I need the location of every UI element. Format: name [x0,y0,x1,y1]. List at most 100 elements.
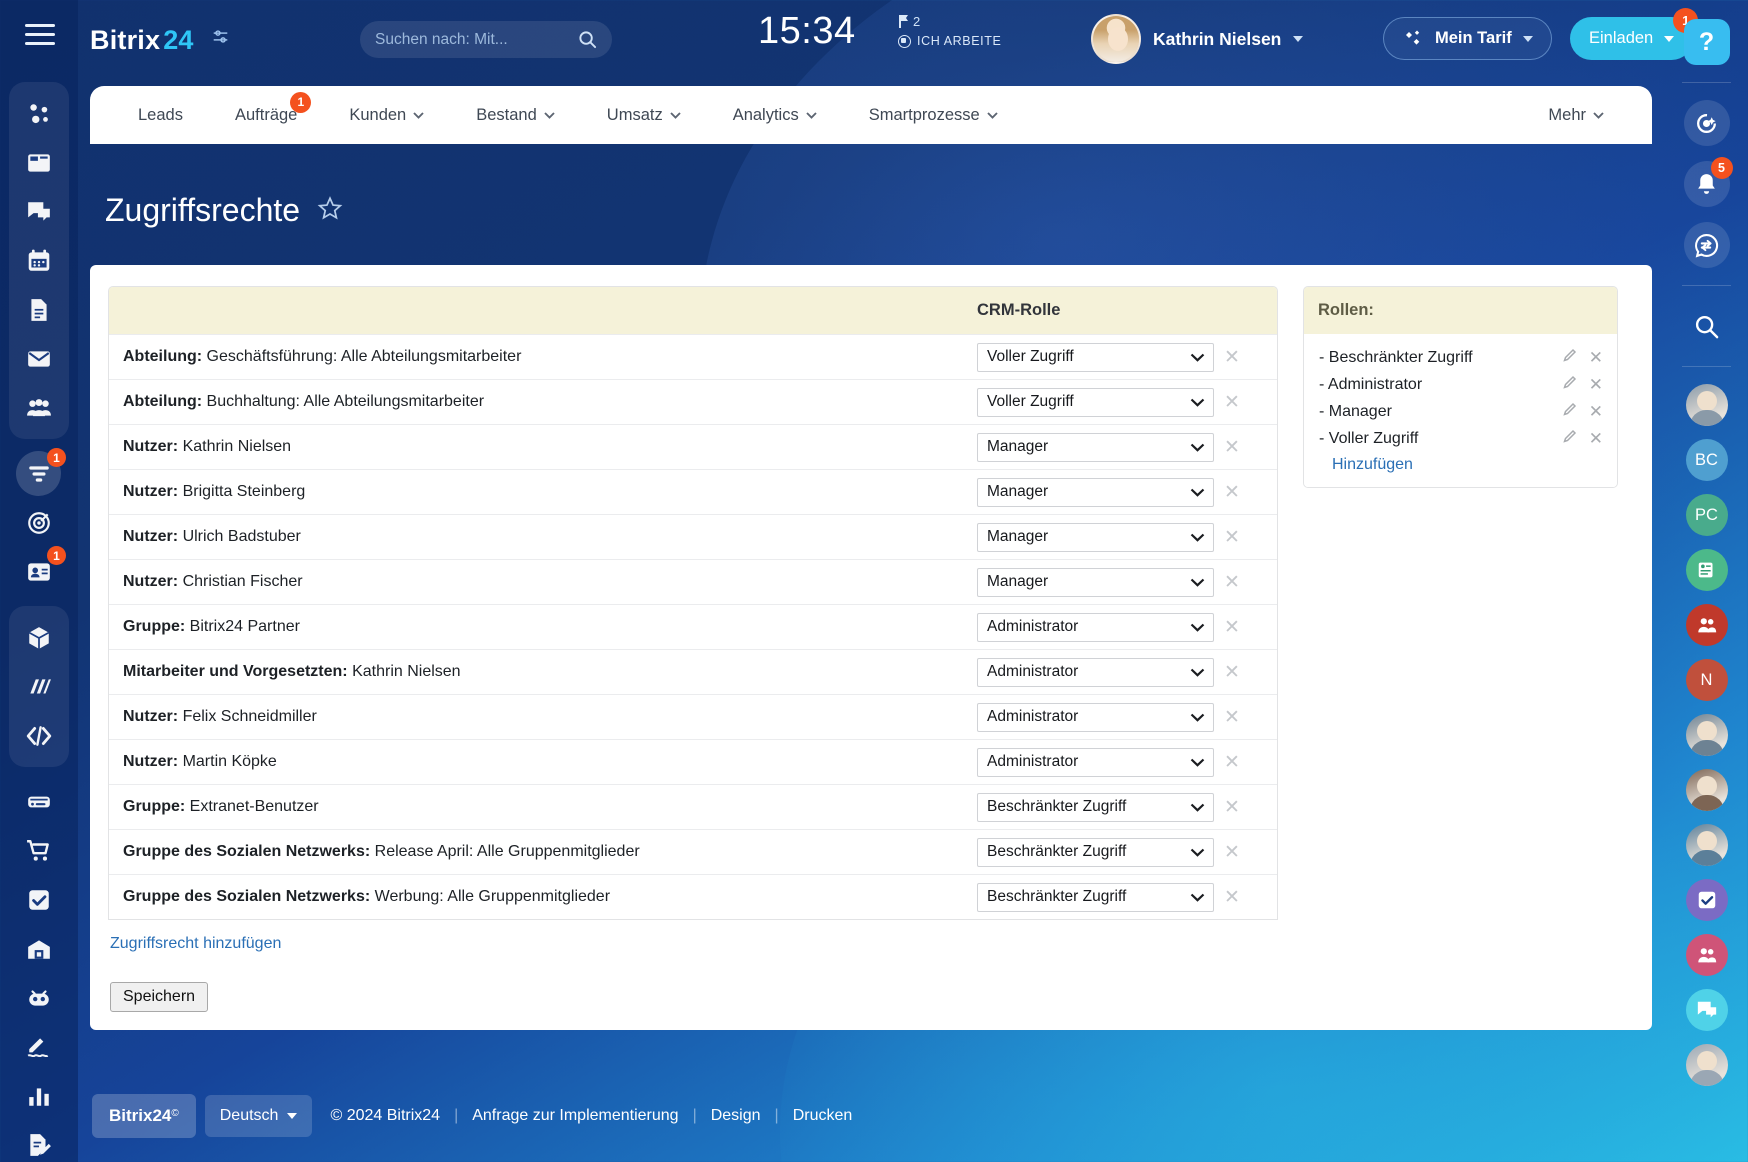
sidebar-item-box-product[interactable] [9,613,69,662]
user-menu[interactable]: Kathrin Nielsen [1091,14,1303,64]
question-mark-icon[interactable]: ? [1684,19,1730,65]
sidebar-item-network-feed[interactable] [9,89,69,138]
bitrix24-logo[interactable]: Bitrix24 [90,21,229,56]
search-icon[interactable] [1684,303,1730,349]
sidebar-item-sites[interactable] [9,662,69,711]
pencil-icon[interactable] [1563,429,1577,448]
pencil-icon[interactable] [1563,348,1577,367]
star-outline-icon[interactable] [317,195,343,226]
pulse-avatar-photo[interactable] [1686,769,1728,811]
remove-permission-button[interactable]: ✕ [1224,528,1240,547]
remove-permission-button[interactable]: ✕ [1224,618,1240,637]
sidebar-item-document-edit[interactable] [9,1120,69,1162]
close-icon[interactable]: ✕ [1589,403,1603,420]
pulse-chat-bubbles[interactable] [1686,989,1728,1031]
sidebar-item-drive-storage[interactable] [9,777,69,826]
pencil-icon[interactable] [1563,402,1577,421]
footer-brand[interactable]: Bitrix24© [92,1094,196,1138]
sidebar-item-contact-card[interactable]: 1 [9,547,69,596]
sidebar-item-shopping-cart[interactable] [9,826,69,875]
pulse-avatar-photo[interactable] [1686,714,1728,756]
pulse-task-checkbox[interactable] [1686,879,1728,921]
close-icon[interactable]: ✕ [1589,430,1603,447]
search-input[interactable] [375,31,578,49]
tab-analytics[interactable]: Analytics [707,106,843,125]
tab-leads[interactable]: Leads [112,106,209,125]
close-icon[interactable]: ✕ [1589,349,1603,366]
tab-auftr-ge[interactable]: Aufträge1 [209,106,323,125]
tarif-button[interactable]: Mein Tarif [1383,17,1552,60]
remove-permission-button[interactable]: ✕ [1224,843,1240,862]
remove-permission-button[interactable]: ✕ [1224,393,1240,412]
tab-umsatz[interactable]: Umsatz [581,106,707,125]
crm-role-select[interactable]: Manager [977,433,1214,462]
crm-role-select[interactable]: Administrator [977,703,1214,732]
search-bar[interactable] [360,21,612,58]
sidebar-item-warehouse[interactable] [9,924,69,973]
right-sidebar-copilot[interactable] [1684,100,1730,146]
add-role-link[interactable]: Hinzufügen [1304,456,1617,474]
sliders-icon[interactable] [212,21,229,52]
sidebar-item-group-people[interactable] [9,383,69,432]
sidebar-item-mail-envelope[interactable] [9,334,69,383]
remove-permission-button[interactable]: ✕ [1224,483,1240,502]
sidebar-item-bar-chart[interactable] [9,1071,69,1120]
sidebar-item-code-brackets[interactable] [9,711,69,760]
crm-role-select[interactable]: Manager [977,523,1214,552]
pulse-news-feed[interactable] [1686,549,1728,591]
remove-permission-button[interactable]: ✕ [1224,663,1240,682]
sidebar-item-robot-automation[interactable] [9,973,69,1022]
sidebar-item-funnel-crm[interactable]: 1 [9,449,69,498]
remove-permission-button[interactable]: ✕ [1224,348,1240,367]
pulse-avatar-initials[interactable]: PC [1686,494,1728,536]
crm-role-select[interactable]: Beschränkter Zugriff [977,838,1214,867]
sidebar-item-document[interactable] [9,285,69,334]
avatar[interactable] [1091,14,1141,64]
crm-role-select[interactable]: Voller Zugriff [977,343,1214,372]
crm-role-select[interactable]: Beschränkter Zugriff [977,793,1214,822]
sidebar-item-task-checkbox[interactable] [9,875,69,924]
footer-link-implementation[interactable]: Anfrage zur Implementierung [472,1107,678,1125]
footer-link-print[interactable]: Drucken [793,1107,853,1125]
footer-link-design[interactable]: Design [711,1107,761,1125]
search-icon[interactable] [578,30,597,49]
pulse-avatar-photo[interactable] [1686,1044,1728,1086]
remove-permission-button[interactable]: ✕ [1224,438,1240,457]
remove-permission-button[interactable]: ✕ [1224,888,1240,907]
tab-bestand[interactable]: Bestand [450,106,581,125]
crm-role-select[interactable]: Beschränkter Zugriff [977,883,1214,912]
right-sidebar-chat-transfer[interactable] [1684,222,1730,268]
pulse-avatar-initials[interactable]: BC [1686,439,1728,481]
sidebar-item-target-marketing[interactable] [9,498,69,547]
work-status-block[interactable]: 2 ICH ARBEITE [898,14,1001,48]
tab-smartprozesse[interactable]: Smartprozesse [843,106,1024,125]
close-icon[interactable]: ✕ [1589,376,1603,393]
sidebar-item-news-board[interactable] [9,138,69,187]
sidebar-item-calendar[interactable] [9,236,69,285]
remove-permission-button[interactable]: ✕ [1224,573,1240,592]
crm-role-select[interactable]: Administrator [977,658,1214,687]
sidebar-item-signature-pen[interactable] [9,1022,69,1071]
pulse-avatar-initials[interactable]: N [1686,659,1728,701]
right-sidebar-bell-notification[interactable]: 5 [1684,161,1730,207]
pulse-avatar-photo[interactable] [1686,824,1728,866]
tab-mehr[interactable]: Mehr [1522,106,1630,125]
save-button[interactable]: Speichern [110,982,208,1012]
crm-role-select[interactable]: Administrator [977,748,1214,777]
hamburger-menu-icon[interactable] [25,24,55,46]
remove-permission-button[interactable]: ✕ [1224,708,1240,727]
add-access-right-link[interactable]: Zugriffsrecht hinzufügen [110,935,1278,953]
crm-role-select[interactable]: Voller Zugriff [977,388,1214,417]
sidebar-item-chat-bubbles[interactable] [9,187,69,236]
remove-permission-button[interactable]: ✕ [1224,798,1240,817]
crm-role-select[interactable]: Manager [977,478,1214,507]
language-selector[interactable]: Deutsch [205,1095,313,1137]
remove-permission-button[interactable]: ✕ [1224,753,1240,772]
pulse-avatar-photo[interactable] [1686,384,1728,426]
pulse-people-group[interactable] [1686,934,1728,976]
pulse-people-group[interactable] [1686,604,1728,646]
crm-role-select[interactable]: Manager [977,568,1214,597]
crm-role-select[interactable]: Administrator [977,613,1214,642]
tab-kunden[interactable]: Kunden [323,106,450,125]
pencil-icon[interactable] [1563,375,1577,394]
